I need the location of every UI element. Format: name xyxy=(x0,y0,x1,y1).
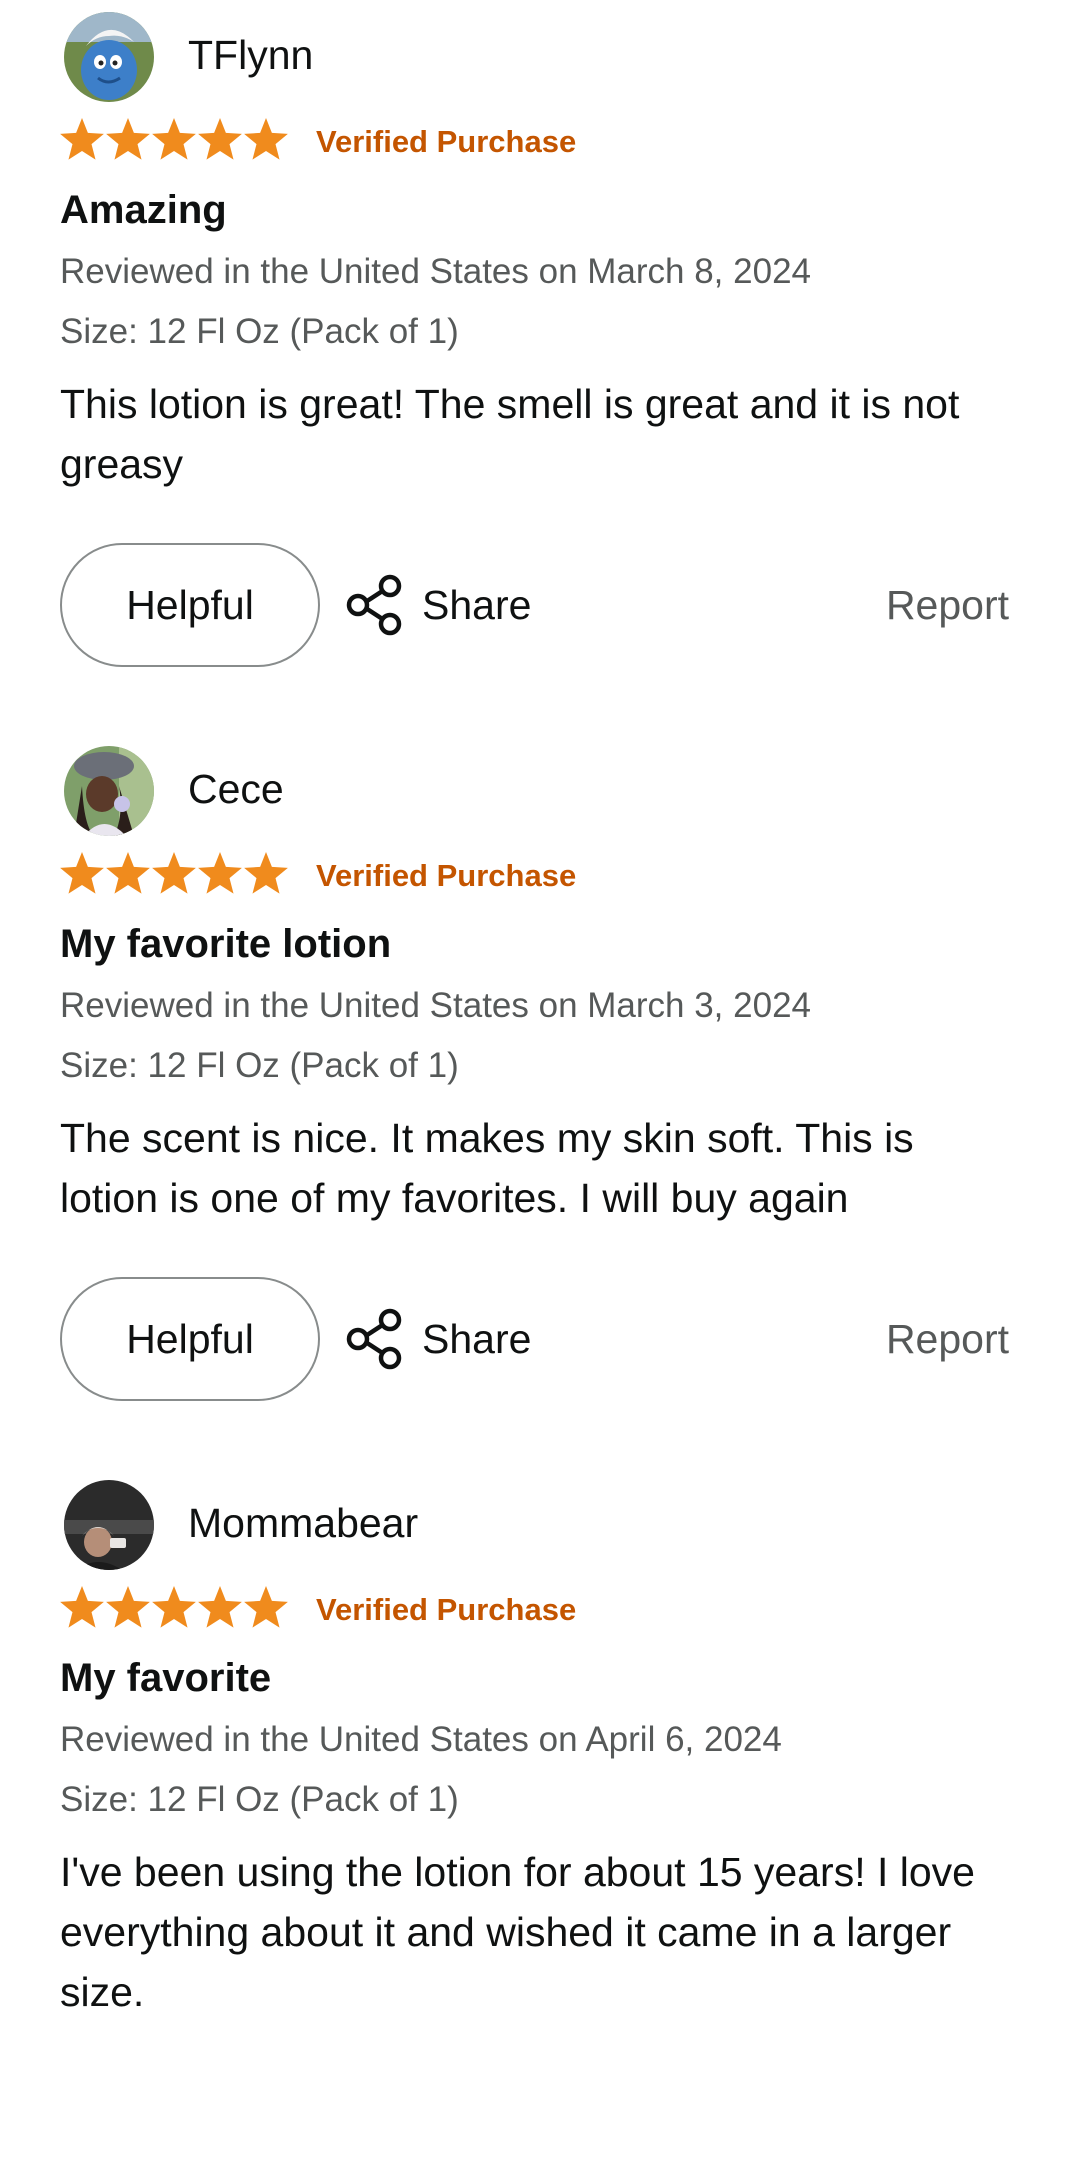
report-link[interactable]: Report xyxy=(886,1314,1009,1364)
reviewer-name[interactable]: Mommabear xyxy=(188,1498,418,1548)
star-rating xyxy=(58,114,298,166)
review-date: Reviewed in the United States on March 3… xyxy=(60,986,811,1025)
share-button[interactable]: Share xyxy=(344,1297,531,1381)
stars-graphic xyxy=(60,1586,288,1628)
share-label: Share xyxy=(422,1315,532,1362)
review-date: Reviewed in the United States on March 8… xyxy=(60,252,811,291)
review-size: Size: 12 Fl Oz (Pack of 1) xyxy=(60,312,459,351)
review-card: Cece Verified Purchase My favorite lotio… xyxy=(0,734,1067,1434)
share-button[interactable]: Share xyxy=(344,563,531,647)
verified-purchase-badge: Verified Purchase xyxy=(316,1592,577,1627)
star-icon xyxy=(106,852,150,894)
star-icon xyxy=(60,852,104,894)
avatar[interactable] xyxy=(64,12,154,102)
stars-graphic xyxy=(60,118,288,160)
avatar-image xyxy=(64,12,154,102)
review-card: TFlynn Verified Purchase Amazing Reviewe… xyxy=(0,0,1067,700)
star-rating xyxy=(58,1582,298,1634)
reviewer-name[interactable]: Cece xyxy=(188,764,284,814)
helpful-button[interactable]: Helpful xyxy=(60,543,320,667)
report-link[interactable]: Report xyxy=(886,580,1009,630)
review-title: My favorite xyxy=(60,1656,272,1700)
reviewer-name[interactable]: TFlynn xyxy=(188,30,313,80)
review-date: Reviewed in the United States on April 6… xyxy=(60,1720,782,1759)
verified-purchase-badge: Verified Purchase xyxy=(316,858,577,893)
star-icon xyxy=(244,118,288,160)
review-title: Amazing xyxy=(60,188,227,232)
star-icon xyxy=(60,118,104,160)
share-icon xyxy=(346,1308,402,1370)
review-size: Size: 12 Fl Oz (Pack of 1) xyxy=(60,1780,459,1819)
share-label: Share xyxy=(422,581,532,628)
review-body: I've been using the lotion for about 15 … xyxy=(60,1849,975,2015)
review-size: Size: 12 Fl Oz (Pack of 1) xyxy=(60,1046,459,1085)
star-icon xyxy=(60,1586,104,1628)
review-body: The scent is nice. It makes my skin soft… xyxy=(60,1115,914,1221)
star-icon xyxy=(106,118,150,160)
review-card: Mommabear Verified Purchase My favorite … xyxy=(0,1468,1067,2168)
avatar[interactable] xyxy=(64,746,154,836)
star-icon xyxy=(198,852,242,894)
review-title: My favorite lotion xyxy=(60,922,392,966)
star-icon xyxy=(244,852,288,894)
avatar-image xyxy=(64,746,154,836)
star-icon xyxy=(244,1586,288,1628)
helpful-button[interactable]: Helpful xyxy=(60,1277,320,1401)
star-icon xyxy=(152,1586,196,1628)
share-icon xyxy=(346,574,402,636)
star-icon xyxy=(198,1586,242,1628)
star-icon xyxy=(152,852,196,894)
avatar[interactable] xyxy=(64,1480,154,1570)
verified-purchase-badge: Verified Purchase xyxy=(316,124,577,159)
star-icon xyxy=(198,118,242,160)
star-icon xyxy=(106,1586,150,1628)
stars-graphic xyxy=(60,852,288,894)
review-body: This lotion is great! The smell is great… xyxy=(60,381,960,487)
avatar-image xyxy=(64,1480,154,1570)
star-icon xyxy=(152,118,196,160)
star-rating xyxy=(58,848,298,900)
